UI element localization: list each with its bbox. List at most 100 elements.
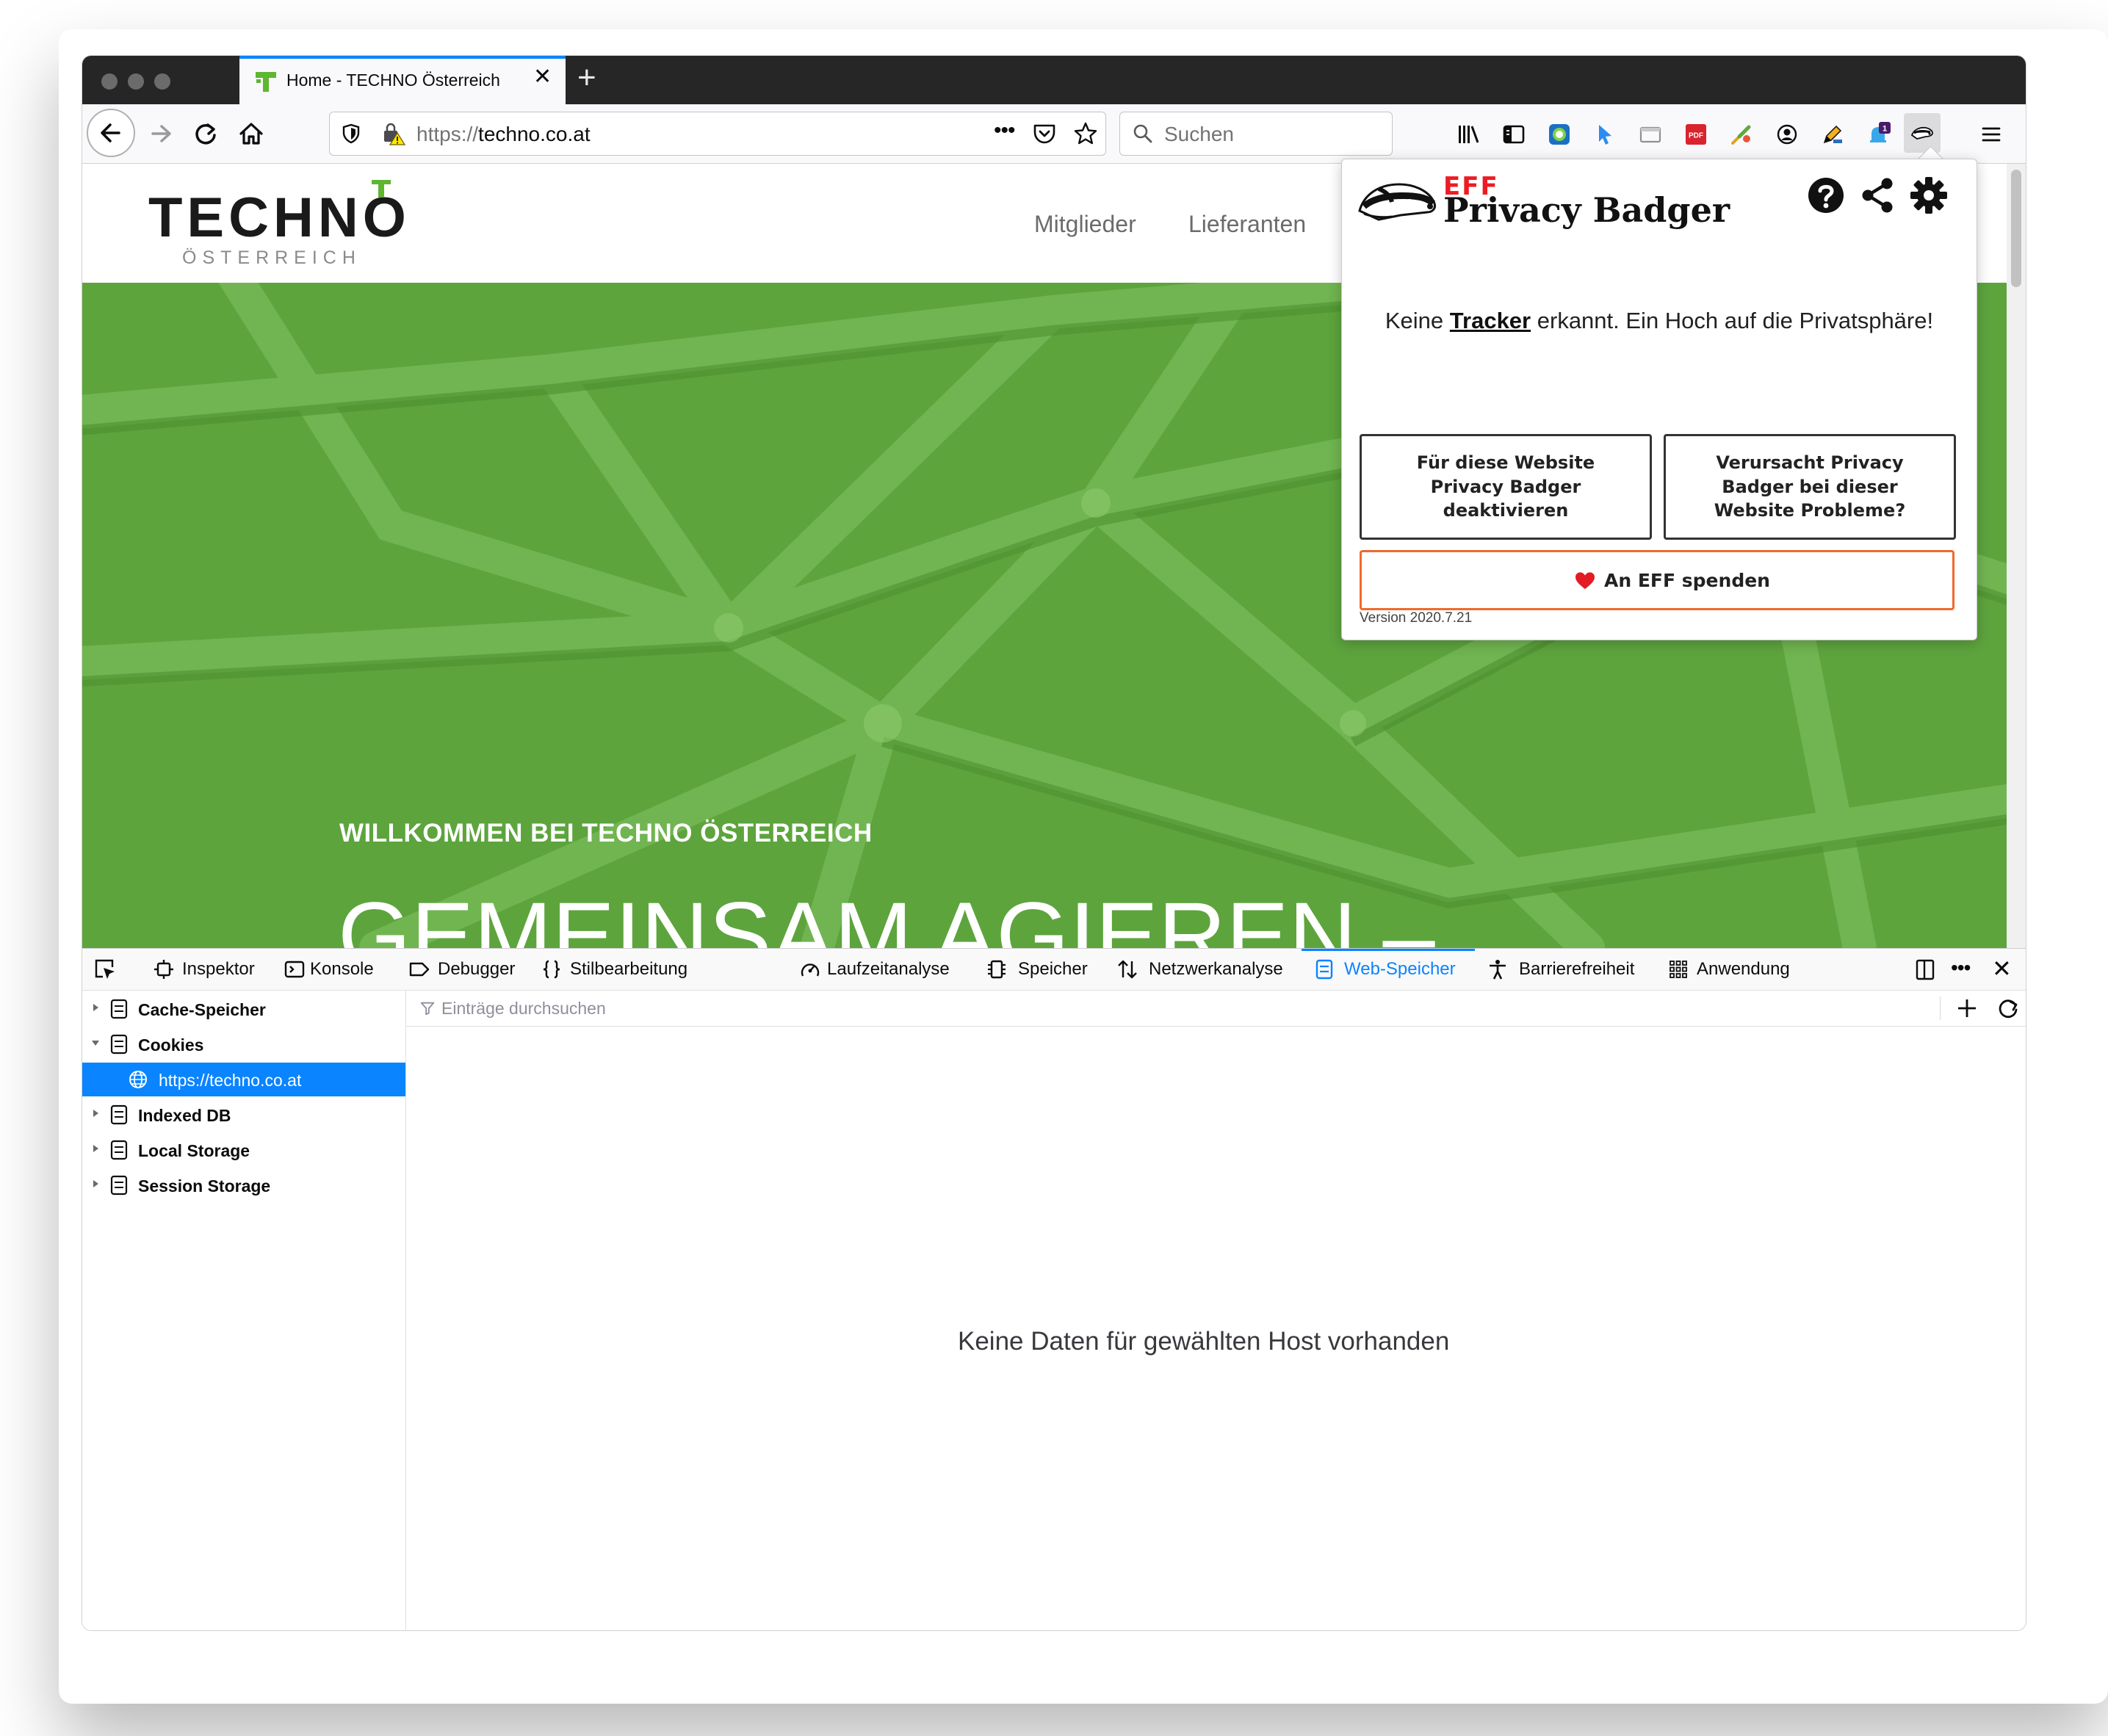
chip-icon [988,960,1006,979]
disable-on-site-button[interactable]: Für diese Website Privacy Badger deaktiv… [1360,434,1652,540]
devtools-tab-label: Debugger [438,959,516,979]
element-picker-icon[interactable] [93,957,118,982]
settings-gear-icon[interactable] [1909,176,1949,215]
badger-icon [1910,126,1933,140]
logo-t-mark-icon [372,180,391,198]
tree-item-local-storage[interactable]: Local Storage [82,1133,405,1167]
devtools-tab-label: Barrierefreiheit [1519,959,1635,979]
page-actions-menu-icon[interactable]: ••• [994,118,1015,143]
tree-item-label: Local Storage [138,1141,250,1160]
insecure-lock-warning-icon[interactable] [381,121,406,146]
help-icon[interactable] [1806,176,1846,215]
new-tab-button[interactable]: + [577,62,596,94]
bookmark-star-icon[interactable] [1073,121,1098,146]
collapse-arrow-icon[interactable] [90,1037,101,1049]
devtools-tab-konsole[interactable]: Konsole [272,949,404,990]
browser-tab[interactable]: Home - TECHNO Österreich ✕ [239,56,566,104]
devtools-tab-label: Inspektor [182,959,255,979]
gauge-icon [801,963,820,977]
privacy-badger-toolbar-button[interactable] [1904,113,1941,153]
home-icon[interactable] [229,112,273,156]
hero-subtitle: WILLKOMMEN BEI TECHNO ÖSTERREICH [339,819,873,847]
devtools-tab-speicher[interactable]: Speicher [975,949,1108,990]
tree-item-indexed-db[interactable]: Indexed DB [82,1098,405,1132]
message-before: Keine [1385,308,1444,333]
page-scrollbar[interactable] [2007,164,2026,948]
extension-globe-icon[interactable] [1547,122,1572,147]
heart-icon [1575,572,1595,590]
devtools-panel: Inspektor Konsole Debugger Stilbearbeitu… [82,948,2026,1630]
donate-button[interactable]: An EFF spenden [1360,550,1954,610]
pencil-extension-icon[interactable] [1820,122,1845,147]
devtools-tab-label: Netzwerkanalyse [1149,959,1283,979]
library-icon[interactable] [1456,122,1481,147]
devtools-tab-web-speicher[interactable]: Web-Speicher [1302,949,1475,990]
expand-arrow-icon[interactable] [90,1107,101,1119]
devtools-options-icon[interactable]: ••• [1951,956,1971,980]
window-extension-icon[interactable] [1638,122,1663,147]
sidebar-toggle-icon[interactable] [1501,122,1526,147]
devtools-tab-stilbearbeitung[interactable]: Stilbearbeitung [529,949,712,990]
nav-link-mitglieder[interactable]: Mitglieder [1034,211,1136,238]
devtools-tab-label: Stilbearbeitung [570,959,688,979]
devtools-tab-debugger[interactable]: Debugger [397,949,544,990]
devtools-tab-label: Laufzeitanalyse [827,959,950,979]
devtools-tab-anwendung[interactable]: Anwendung [1658,949,1820,990]
expand-arrow-icon[interactable] [90,1002,101,1013]
tree-item-label: Indexed DB [138,1106,231,1125]
tracker-link[interactable]: Tracker [1450,308,1531,333]
donate-button-label: An EFF spenden [1604,570,1770,591]
tree-item-cookies[interactable]: Cookies [82,1027,405,1061]
cursor-extension-icon[interactable] [1592,122,1617,147]
version-label: Version 2020.7.21 [1360,610,1473,626]
tree-item-cache-speicher[interactable]: Cache-Speicher [82,992,405,1026]
page-scrollbar-thumb[interactable] [2011,170,2021,287]
navigation-toolbar: https://techno.co.at ••• Suchen PDF 1 [82,104,2026,164]
devtools-tab-inspektor[interactable]: Inspektor [141,949,288,990]
hero-title: GEMEINSAM AGIEREN – [338,883,1435,949]
url-bar[interactable]: https://techno.co.at ••• [329,112,1106,156]
devtools-close-icon[interactable]: ✕ [1992,955,2012,983]
devtools-tab-label: Web-Speicher [1344,959,1456,979]
back-button[interactable] [87,109,135,157]
dock-side-icon[interactable] [1913,957,1938,982]
debugger-icon [409,962,430,977]
forward-arrow-icon[interactable] [138,112,182,156]
filter-input[interactable]: Einträge durchsuchen [441,999,606,1019]
svg-text:1: 1 [1883,125,1887,134]
account-extension-icon[interactable] [1775,122,1800,147]
notification-extension-icon[interactable]: 1 [1866,122,1891,147]
privacy-badger-popup: EFF Privacy Badger Keine Tracker erkannt… [1341,159,1977,640]
tracking-protection-shield-icon[interactable] [340,123,362,145]
tree-item-host-techno[interactable]: https://techno.co.at [82,1063,405,1096]
search-icon [1133,124,1152,143]
accessibility-icon [1490,960,1506,980]
url-host: techno.co.at [478,123,591,145]
devtools-tab-netzwerkanalyse[interactable]: Netzwerkanalyse [1105,949,1288,990]
tree-item-session-storage[interactable]: Session Storage [82,1168,405,1202]
report-problem-button[interactable]: Verursacht Privacy Badger bei dieser Web… [1664,434,1956,540]
brush-extension-icon[interactable] [1729,122,1754,147]
pocket-icon[interactable] [1032,121,1057,146]
share-icon[interactable] [1858,176,1897,215]
devtools-tab-laufzeitanalyse[interactable]: Laufzeitanalyse [787,949,971,990]
refresh-icon[interactable] [1996,996,2021,1021]
expand-arrow-icon[interactable] [90,1178,101,1190]
zoom-window-button[interactable] [154,73,170,90]
search-bar[interactable]: Suchen [1119,112,1393,156]
inspector-icon [154,960,173,979]
minimize-window-button[interactable] [128,73,144,90]
storage-icon [110,1140,128,1160]
reload-icon[interactable] [184,112,228,156]
tracker-status-message: Keine Tracker erkannt. Ein Hoch auf die … [1342,308,1977,334]
pdf-extension-icon[interactable]: PDF [1683,122,1708,147]
nav-link-lieferanten[interactable]: Lieferanten [1188,211,1306,238]
close-window-button[interactable] [101,73,118,90]
expand-arrow-icon[interactable] [90,1143,101,1154]
tree-item-label: Cache-Speicher [138,1000,266,1019]
storage-icon [110,999,128,1019]
hamburger-menu-icon[interactable] [1979,122,2004,147]
close-tab-icon[interactable]: ✕ [533,66,552,88]
add-item-icon[interactable] [1954,996,1979,1021]
devtools-tab-barrierefreiheit[interactable]: Barrierefreiheit [1479,949,1663,990]
